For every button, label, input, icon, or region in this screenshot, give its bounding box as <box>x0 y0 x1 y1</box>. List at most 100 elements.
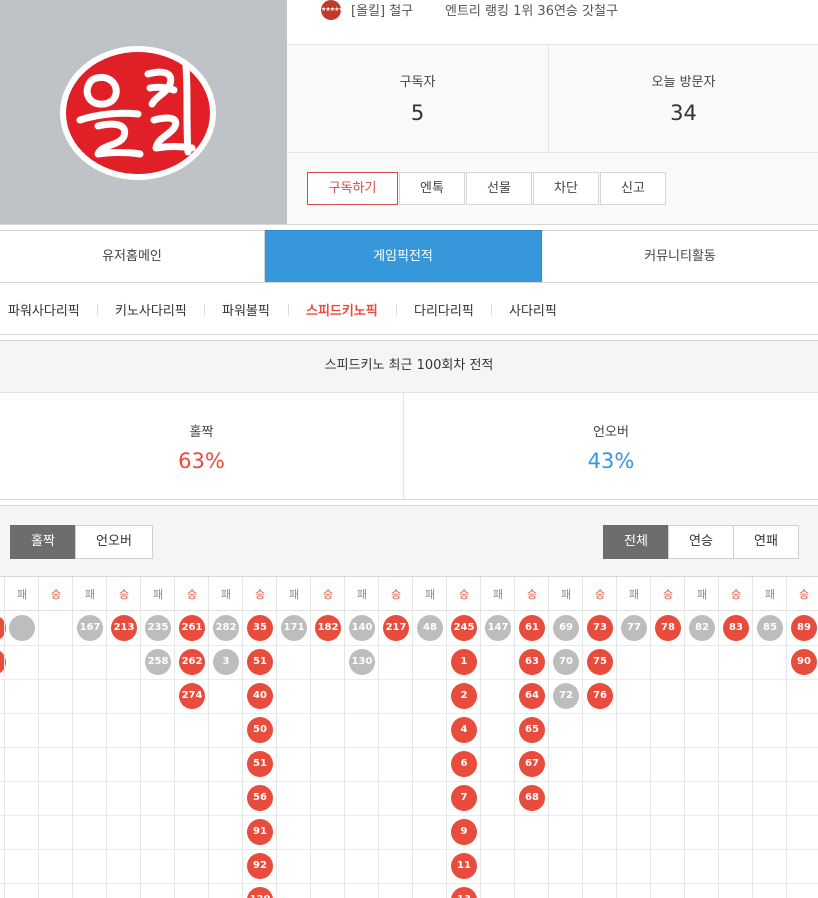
column-header-lose: 패 <box>356 588 368 601</box>
subtab-divider <box>288 304 289 316</box>
result-ball: 92 <box>247 853 273 879</box>
column-header-win: 승 <box>594 588 606 601</box>
result-ball: 72 <box>553 683 579 709</box>
tab-community[interactable]: 커뮤니티활동 <box>542 230 818 282</box>
grid-column-line <box>344 577 345 898</box>
result-ball: 73 <box>587 615 613 641</box>
grid-row-line <box>0 815 818 816</box>
result-ball: 258 <box>145 649 171 675</box>
entalk-button[interactable]: 엔톡 <box>399 172 465 205</box>
result-ball: 7 <box>451 785 477 811</box>
result-ball: 167 <box>77 615 103 641</box>
profile-avatar-area <box>0 0 287 225</box>
grid-column-line <box>4 577 5 898</box>
subscriber-count: 5 <box>410 101 425 125</box>
column-header-lose: 패 <box>492 588 504 601</box>
subtab-divider <box>97 304 98 316</box>
level-badge-icon: ★★★★★ <box>321 0 344 20</box>
grid-column-line <box>276 577 277 898</box>
result-ball <box>0 649 6 675</box>
subtab-speed-keno[interactable]: 스피드키노픽 <box>306 300 378 319</box>
sub-tabs: 파워사다리픽 키노사다리픽 파워볼픽 스피드키노픽 다리다리픽 사다리픽 <box>0 283 818 335</box>
grid-column-line <box>752 577 753 898</box>
block-button[interactable]: 차단 <box>533 172 599 205</box>
filter-odd-even-button[interactable]: 홀짝 <box>10 525 76 559</box>
grid-column-line <box>718 577 719 898</box>
grid-column-line <box>514 577 515 898</box>
profile-tagline: 엔트리 랭킹 1위 36연승 갓철구 <box>445 4 618 19</box>
visitor-count: 34 <box>670 101 697 125</box>
column-header-lose: 패 <box>288 588 300 601</box>
grid-column-line <box>446 577 447 898</box>
column-header-win: 승 <box>526 588 538 601</box>
result-ball: 40 <box>247 683 273 709</box>
tab-user-home[interactable]: 유저홈메인 <box>0 230 265 282</box>
grid-column-line <box>208 577 209 898</box>
subtab-dari-dari[interactable]: 다리다리픽 <box>414 300 474 319</box>
grid-row-line <box>0 781 818 782</box>
result-ball: 61 <box>519 615 545 641</box>
grid-column-line <box>650 577 651 898</box>
subtab-powerball[interactable]: 파워볼픽 <box>222 300 270 319</box>
record-filter-bar: 홀짝 언오버 전체 연승 연패 <box>0 505 818 577</box>
result-ball: 235 <box>145 615 171 641</box>
result-ball: 91 <box>247 819 273 845</box>
grid-column-line <box>412 577 413 898</box>
result-ball: 68 <box>519 785 545 811</box>
result-ball: 120 <box>247 887 273 898</box>
tab-game-record[interactable]: 게임픽전적 <box>265 230 542 282</box>
allkill-logo <box>60 46 216 180</box>
result-ball: 50 <box>247 717 273 743</box>
grid-row-line <box>0 713 818 714</box>
column-header-lose: 패 <box>152 588 164 601</box>
odd-even-label: 홀짝 <box>189 425 214 440</box>
subtab-keno-ladder[interactable]: 키노사다리픽 <box>115 300 187 319</box>
column-header-win: 승 <box>662 588 674 601</box>
filter-lose-streak-button[interactable]: 연패 <box>733 525 799 559</box>
column-header-lose: 패 <box>16 588 28 601</box>
column-header-win: 승 <box>254 588 266 601</box>
gift-button[interactable]: 선물 <box>466 172 532 205</box>
subscriber-label: 구독자 <box>399 75 436 90</box>
subscribe-button[interactable]: 구독하기 <box>307 172 398 205</box>
report-button[interactable]: 신고 <box>600 172 666 205</box>
grid-column-line <box>38 577 39 898</box>
grid-row-line <box>0 849 818 850</box>
column-header-lose: 패 <box>560 588 572 601</box>
result-ball: 1 <box>451 649 477 675</box>
result-ball: 3 <box>213 649 239 675</box>
under-over-summary: 언오버 43% <box>404 393 818 499</box>
result-ball: 63 <box>519 649 545 675</box>
filter-under-over-button[interactable]: 언오버 <box>75 525 153 559</box>
result-ball: 89 <box>791 615 817 641</box>
profile-info: ★★★★★ [올킬] 철구 엔트리 랭킹 1위 36연승 갓철구 구독자 5 오… <box>287 0 818 225</box>
result-ball: 261 <box>179 615 205 641</box>
result-ball: 67 <box>519 751 545 777</box>
column-header-lose: 패 <box>628 588 640 601</box>
result-ball: 76 <box>587 683 613 709</box>
filter-all-button[interactable]: 전체 <box>603 525 669 559</box>
subtab-divider <box>491 304 492 316</box>
column-header-win: 승 <box>50 588 62 601</box>
subtab-power-ladder[interactable]: 파워사다리픽 <box>8 300 80 319</box>
column-header-win: 승 <box>186 588 198 601</box>
grid-column-line <box>106 577 107 898</box>
result-ball: 78 <box>655 615 681 641</box>
result-ball: 48 <box>417 615 443 641</box>
result-ball: 51 <box>247 751 273 777</box>
result-ball: 262 <box>179 649 205 675</box>
grid-column-line <box>242 577 243 898</box>
result-ball: 64 <box>519 683 545 709</box>
result-ball: 217 <box>383 615 409 641</box>
grid-column-line <box>174 577 175 898</box>
filter-win-streak-button[interactable]: 연승 <box>668 525 734 559</box>
grid-row-line <box>0 645 818 646</box>
result-ball: 130 <box>349 649 375 675</box>
odd-even-summary: 홀짝 63% <box>0 393 404 499</box>
subtab-ladder[interactable]: 사다리픽 <box>509 300 557 319</box>
result-ball: 282 <box>213 615 239 641</box>
result-ball <box>9 615 35 641</box>
grid-row-line <box>0 883 818 884</box>
column-header-win: 승 <box>118 588 130 601</box>
result-ball: 90 <box>791 649 817 675</box>
